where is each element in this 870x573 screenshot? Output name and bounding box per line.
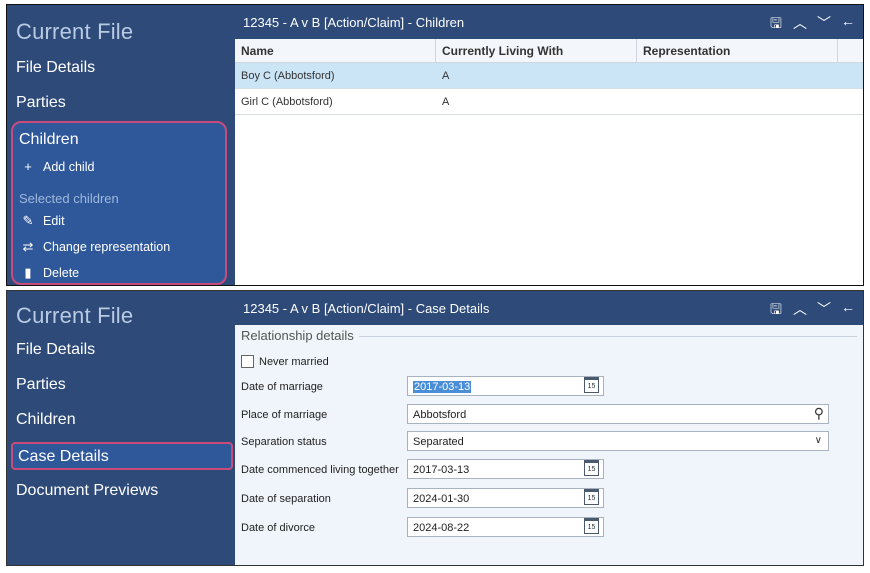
- calendar-icon[interactable]: 15: [584, 518, 599, 534]
- calendar-icon[interactable]: 15: [584, 377, 599, 393]
- header-actions: 🖫 ︿ ﹀ ←: [769, 299, 855, 323]
- separation-status-label: Separation status: [241, 436, 327, 448]
- sidebar: Current File File Details Parties Childr…: [7, 291, 235, 565]
- dropdown-icon: ∨: [814, 435, 822, 446]
- sidebar-item-children[interactable]: Children: [19, 131, 79, 149]
- chevron-up-icon[interactable]: ︿: [793, 13, 807, 37]
- sidebar-title: Current File: [16, 19, 134, 44]
- swap-icon: ⇄: [22, 239, 34, 254]
- cell-name: Boy C (Abbotsford): [241, 70, 335, 82]
- column-header[interactable]: Representation: [637, 39, 838, 62]
- place-of-marriage-field[interactable]: Abbotsford ⚲: [407, 404, 829, 424]
- date-commenced-field[interactable]: 2017-03-13 15: [407, 459, 604, 479]
- date-of-divorce-field[interactable]: 2024-08-22 15: [407, 517, 604, 537]
- never-married-label: Never married: [259, 356, 329, 368]
- children-panel: Current File File Details Parties Childr…: [6, 4, 864, 286]
- date-of-separation-label: Date of separation: [241, 493, 331, 505]
- sidebar: Current File File Details Parties Childr…: [7, 5, 235, 285]
- relationship-details-section: Relationship details Never married Date …: [235, 325, 863, 565]
- back-arrow-icon[interactable]: ←: [841, 13, 855, 37]
- section-title: Relationship details: [241, 328, 354, 343]
- table-row[interactable]: Girl C (Abbotsford) A: [235, 89, 863, 115]
- date-of-divorce-label: Date of divorce: [241, 522, 315, 534]
- sidebar-item-file-details[interactable]: File Details: [16, 341, 95, 359]
- sidebar-title: Current File: [16, 303, 134, 328]
- chevron-down-icon[interactable]: ﹀: [817, 13, 831, 37]
- search-icon[interactable]: ⚲: [814, 405, 824, 422]
- sidebar-item-case-details[interactable]: Case Details: [11, 442, 233, 470]
- table-row[interactable]: Boy C (Abbotsford) A: [235, 63, 863, 89]
- delete-button[interactable]: ▮ Delete: [19, 265, 79, 281]
- sidebar-item-parties[interactable]: Parties: [16, 376, 66, 394]
- header-actions: 🖫 ︿ ﹀ ←: [769, 13, 855, 37]
- cell-representation: [637, 89, 838, 114]
- chevron-up-icon[interactable]: ︿: [793, 299, 807, 323]
- place-of-marriage-label: Place of marriage: [241, 409, 328, 421]
- cell-representation: [637, 63, 838, 88]
- main-content: 12345 - A v B [Action/Claim] - Children …: [235, 5, 863, 285]
- plus-icon: +: [24, 159, 32, 174]
- chevron-down-icon[interactable]: ﹀: [817, 299, 831, 323]
- change-representation-button[interactable]: ⇄ Change representation: [19, 239, 171, 255]
- header: 12345 - A v B [Action/Claim] - Case Deta…: [235, 291, 863, 325]
- header: 12345 - A v B [Action/Claim] - Children …: [235, 5, 863, 39]
- column-header[interactable]: Currently Living With: [436, 39, 637, 62]
- cell-living-with: A: [442, 96, 450, 108]
- children-table: Name Currently Living With Representatio…: [235, 39, 863, 285]
- main-content: 12345 - A v B [Action/Claim] - Case Deta…: [235, 291, 863, 565]
- trash-icon: ▮: [24, 265, 32, 280]
- date-of-marriage-field[interactable]: 2017-03-13 15: [407, 376, 604, 396]
- table-header: Name Currently Living With Representatio…: [235, 39, 863, 63]
- pencil-icon: ✎: [22, 213, 34, 228]
- cell-living-with: A: [442, 70, 450, 82]
- back-arrow-icon[interactable]: ←: [841, 299, 855, 323]
- section-divider: [359, 336, 857, 337]
- date-of-marriage-label: Date of marriage: [241, 381, 323, 393]
- never-married-checkbox[interactable]: [241, 355, 254, 368]
- selected-children-label: Selected children: [19, 191, 119, 206]
- page-title: 12345 - A v B [Action/Claim] - Case Deta…: [243, 301, 490, 316]
- save-icon[interactable]: 🖫: [769, 13, 783, 37]
- sidebar-item-document-previews[interactable]: Document Previews: [16, 482, 158, 500]
- sidebar-item-file-details[interactable]: File Details: [16, 59, 95, 77]
- children-section: Children + Add child Selected children ✎…: [11, 121, 227, 285]
- column-header[interactable]: Name: [235, 39, 436, 62]
- case-details-panel: Current File File Details Parties Childr…: [6, 290, 864, 566]
- add-child-button[interactable]: + Add child: [19, 159, 94, 174]
- cell-name: Girl C (Abbotsford): [241, 96, 333, 108]
- date-commenced-label: Date commenced living together: [241, 464, 399, 476]
- page-title: 12345 - A v B [Action/Claim] - Children: [243, 15, 465, 30]
- sidebar-item-children[interactable]: Children: [16, 411, 76, 429]
- sidebar-item-parties[interactable]: Parties: [16, 94, 66, 112]
- calendar-icon[interactable]: 15: [584, 460, 599, 476]
- edit-button[interactable]: ✎ Edit: [19, 213, 65, 229]
- calendar-icon[interactable]: 15: [584, 489, 599, 505]
- separation-status-select[interactable]: Separated ∨: [407, 431, 829, 451]
- save-icon[interactable]: 🖫: [769, 299, 783, 323]
- date-of-separation-field[interactable]: 2024-01-30 15: [407, 488, 604, 508]
